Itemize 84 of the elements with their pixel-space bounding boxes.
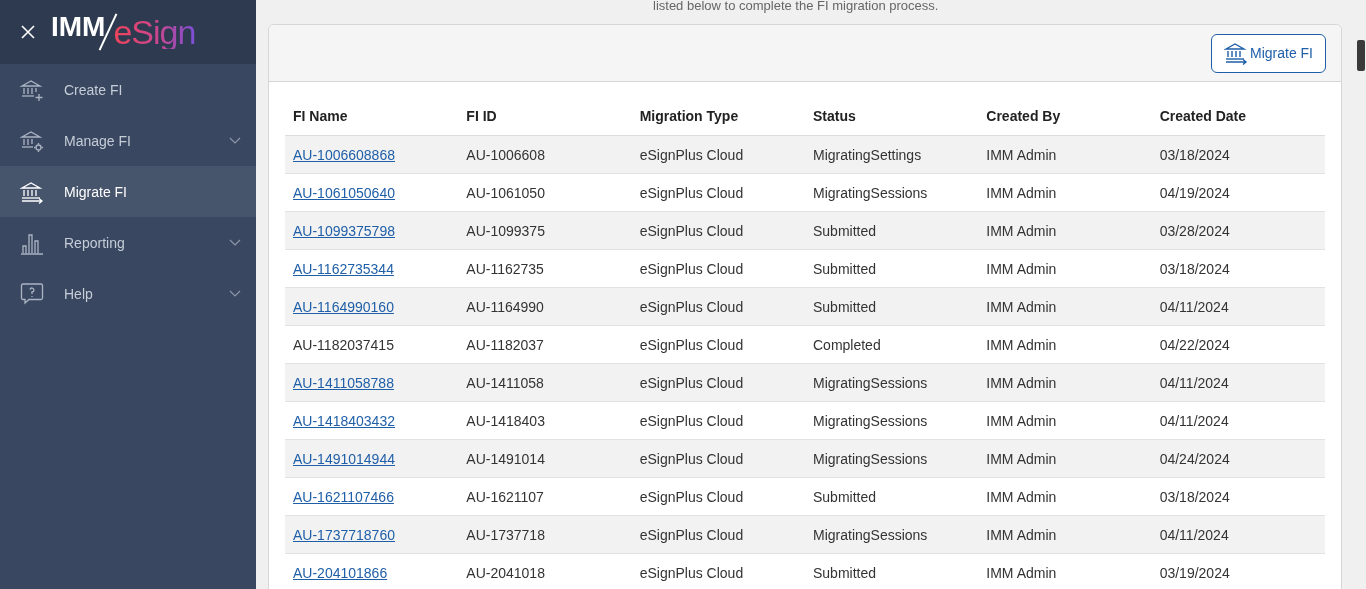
table-cell: eSignPlus Cloud: [639, 222, 744, 239]
table-cell: IMM Admin: [986, 412, 1057, 429]
scrollbar-thumb[interactable]: [1357, 40, 1365, 71]
table-cell: MigratingSessions: [813, 412, 928, 429]
intro-text: listed below to complete the FI migration process.: [652, 0, 940, 15]
table-cell: 04/22/2024: [1159, 336, 1230, 353]
table-cell: eSignPlus Cloud: [639, 564, 744, 581]
table-cell: 03/18/2024: [1159, 260, 1230, 277]
nav-item[interactable]: Help: [0, 268, 256, 319]
table-cell: IMM Admin: [986, 374, 1057, 391]
table-cell: AU-1182037: [466, 336, 544, 353]
column-header: FI ID: [458, 96, 632, 136]
table-cell: 04/11/2024: [1159, 298, 1229, 315]
table-cell: Completed: [813, 336, 881, 353]
fi-name-link[interactable]: AU-1162735344: [293, 260, 394, 277]
table-cell: AU-1491014: [466, 450, 545, 467]
table-cell: AU-2041018: [466, 564, 545, 581]
table-cell: IMM Admin: [986, 336, 1057, 353]
table-cell: AU-1182037415: [293, 336, 394, 353]
table-cell: IMM Admin: [986, 184, 1057, 201]
fi-name-link[interactable]: AU-1061050640: [293, 184, 395, 201]
nav-item[interactable]: Migrate FI: [0, 166, 256, 217]
table-cell: AU-1162735: [466, 260, 544, 277]
column-header: Status: [805, 96, 979, 136]
table-cell: 03/18/2024: [1159, 488, 1230, 505]
migrate-button[interactable]: Migrate FI: [1211, 33, 1326, 73]
column-header: Migration Type: [631, 96, 805, 136]
help-icon: [20, 281, 44, 306]
table-cell: IMM Admin: [986, 260, 1057, 277]
table-cell: eSignPlus Cloud: [639, 146, 744, 163]
table-cell: MigratingSessions: [813, 526, 928, 543]
table-cell: IMM Admin: [986, 222, 1057, 239]
nav-item[interactable]: Create FI: [0, 64, 256, 115]
table-cell: eSignPlus Cloud: [639, 488, 744, 505]
column-header: Created By: [978, 96, 1152, 136]
table-cell: eSignPlus Cloud: [639, 450, 744, 467]
table-cell: Submitted: [813, 488, 877, 505]
table-cell: AU-1006608: [466, 146, 545, 163]
table-cell: AU-1099375: [466, 222, 545, 239]
table-cell: IMM Admin: [986, 298, 1057, 315]
table-cell: 03/28/2024: [1159, 222, 1230, 239]
table-cell: MigratingSessions: [813, 374, 928, 391]
table-cell: IMM Admin: [986, 526, 1057, 543]
nav-item[interactable]: Manage FI: [0, 115, 256, 166]
table-cell: eSignPlus Cloud: [639, 298, 744, 315]
column-header: FI Name: [285, 96, 459, 136]
table-cell: eSignPlus Cloud: [639, 374, 744, 391]
table-cell: IMM Admin: [986, 450, 1057, 467]
table-cell: IMM Admin: [986, 564, 1057, 581]
table-cell: 04/24/2024: [1159, 450, 1230, 467]
table-cell: eSignPlus Cloud: [639, 184, 744, 201]
table-cell: eSignPlus Cloud: [639, 260, 744, 277]
table-cell: Submitted: [813, 260, 877, 277]
table-cell: 04/11/2024: [1159, 374, 1229, 391]
table-cell: eSignPlus Cloud: [639, 526, 744, 543]
column-header: Created Date: [1151, 96, 1325, 136]
table-cell: 04/19/2024: [1159, 184, 1230, 201]
table-cell: IMM Admin: [986, 146, 1057, 163]
fi-name-link[interactable]: AU-204101866: [293, 564, 388, 581]
close-icon[interactable]: [21, 25, 35, 39]
logo: IMM eSign: [51, 12, 196, 52]
table-cell: eSignPlus Cloud: [639, 412, 744, 429]
fi-name-link[interactable]: AU-1418403432: [293, 412, 395, 429]
fi-name-link[interactable]: AU-1621107466: [293, 488, 394, 505]
table-cell: Submitted: [813, 564, 877, 581]
table-cell: AU-1061050: [466, 184, 545, 201]
table-cell: Submitted: [813, 298, 877, 315]
table-cell: AU-1737718: [466, 526, 545, 543]
table-cell: MigratingSettings: [813, 146, 922, 163]
table-cell: AU-1411058: [466, 374, 544, 391]
table-cell: AU-1621107: [466, 488, 544, 505]
table-cell: 04/11/2024: [1159, 412, 1229, 429]
table-cell: eSignPlus Cloud: [639, 336, 744, 353]
table-cell: AU-1164990: [466, 298, 544, 315]
table-cell: 04/11/2024: [1159, 526, 1229, 543]
table-cell: MigratingSessions: [813, 450, 928, 467]
bank-arrow-icon: [1224, 41, 1248, 65]
table-cell: 03/19/2024: [1159, 564, 1230, 581]
table-cell: MigratingSessions: [813, 184, 928, 201]
table-cell: IMM Admin: [986, 488, 1057, 505]
table-cell: 03/18/2024: [1159, 146, 1230, 163]
nav-item[interactable]: Reporting: [0, 217, 256, 268]
table-cell: Submitted: [813, 222, 877, 239]
table-cell: AU-1418403: [466, 412, 545, 429]
